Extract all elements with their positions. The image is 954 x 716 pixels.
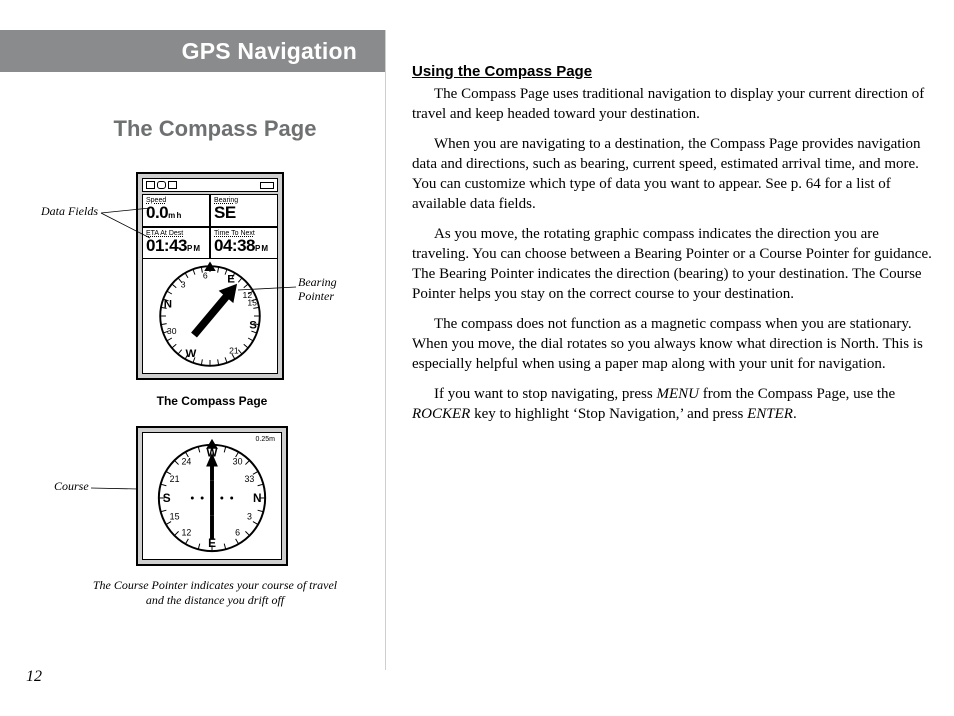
compass-tick-15: 15 xyxy=(247,297,257,307)
data-fields-grid: Speed 0.0m h Bearing SE ETA At Dest 01:4… xyxy=(142,194,278,256)
status-icons xyxy=(146,181,177,189)
key-rocker: ROCKER xyxy=(412,406,470,422)
compass2-svg: W N E S 24 21 15 12 30 33 3 6 xyxy=(143,433,281,559)
figure-compass-page: Speed 0.0m h Bearing SE ETA At Dest 01:4… xyxy=(136,172,288,387)
compass2-tick-21: 21 xyxy=(170,474,180,484)
compass2-tick-12: 12 xyxy=(181,527,191,537)
chapter-header-bar: GPS Navigation xyxy=(0,30,385,72)
signal-icon xyxy=(157,181,166,189)
paragraph-2: When you are navigating to a destination… xyxy=(412,134,932,214)
compass-w: W xyxy=(185,348,196,360)
manual-page: GPS Navigation The Compass Page Speed 0.… xyxy=(0,0,954,716)
data-field-ttn: Time To Next 04:38P M xyxy=(210,227,278,260)
chapter-title: GPS Navigation xyxy=(182,38,357,65)
ttn-unit: P M xyxy=(255,244,268,253)
key-menu: MENU xyxy=(656,386,699,402)
paragraph-3: As you move, the rotating graphic compas… xyxy=(412,224,932,304)
section-title: The Compass Page xyxy=(90,116,340,142)
speed-value: 0.0 xyxy=(146,203,168,222)
compass-tick-21: 21 xyxy=(229,345,239,355)
ttn-value: 04:38 xyxy=(214,236,255,255)
content-heading: Using the Compass Page xyxy=(412,62,932,82)
compass-e: E xyxy=(227,274,235,286)
compass-svg: E S W N 6 3 30 12 15 21 xyxy=(143,259,277,373)
compass2-tick-33: 33 xyxy=(244,474,254,484)
callout-data-fields: Data Fields xyxy=(41,204,98,219)
paragraph-5: If you want to stop navigating, press ME… xyxy=(412,384,932,424)
satellite-icon xyxy=(146,181,155,189)
eta-value: 01:43 xyxy=(146,236,187,255)
compass-display: E S W N 6 3 30 12 15 21 xyxy=(142,258,278,374)
compass-tick-30: 30 xyxy=(167,326,177,336)
paragraph-1: The Compass Page uses traditional naviga… xyxy=(412,84,932,124)
callout-bearing-pointer: Bearing Pointer xyxy=(298,275,358,303)
key-enter: ENTER xyxy=(747,406,793,422)
data-field-eta: ETA At Dest 01:43P M xyxy=(142,227,210,260)
vertical-divider xyxy=(385,30,386,670)
battery-icon xyxy=(260,182,274,189)
page-number: 12 xyxy=(26,668,42,686)
lock-icon xyxy=(168,181,177,189)
status-bar xyxy=(142,178,278,192)
bearing-value: SE xyxy=(214,204,274,222)
compass-tick-6: 6 xyxy=(203,271,208,281)
compass-tick-3: 3 xyxy=(181,279,186,289)
compass2-tick-15: 15 xyxy=(170,512,180,522)
compass-n: N xyxy=(164,298,172,310)
paragraph-4: The compass does not function as a magne… xyxy=(412,314,932,374)
figure1-caption: The Compass Page xyxy=(132,394,292,408)
figure-course-pointer: 0.25m W N E S 24 21 15 12 30 xyxy=(136,426,288,566)
compass2-tick-24: 24 xyxy=(181,457,191,467)
compass2-s: S xyxy=(163,491,171,505)
compass-s: S xyxy=(249,319,257,331)
compass-scale: 0.25m xyxy=(256,436,275,443)
device-screen: Speed 0.0m h Bearing SE ETA At Dest 01:4… xyxy=(136,172,284,380)
compass2-tick-6: 6 xyxy=(235,527,240,537)
figure2-caption: The Course Pointer indicates your course… xyxy=(84,578,346,608)
callout-course: Course xyxy=(54,479,89,494)
speed-unit: m h xyxy=(168,211,181,220)
compass2-tick-3: 3 xyxy=(247,512,252,522)
eta-unit: P M xyxy=(187,244,200,253)
compass2-tick-30: 30 xyxy=(233,457,243,467)
body-text: Using the Compass Page The Compass Page … xyxy=(412,62,932,434)
data-field-bearing: Bearing SE xyxy=(210,194,278,227)
data-field-speed: Speed 0.0m h xyxy=(142,194,210,227)
compass2-n: N xyxy=(253,491,262,505)
